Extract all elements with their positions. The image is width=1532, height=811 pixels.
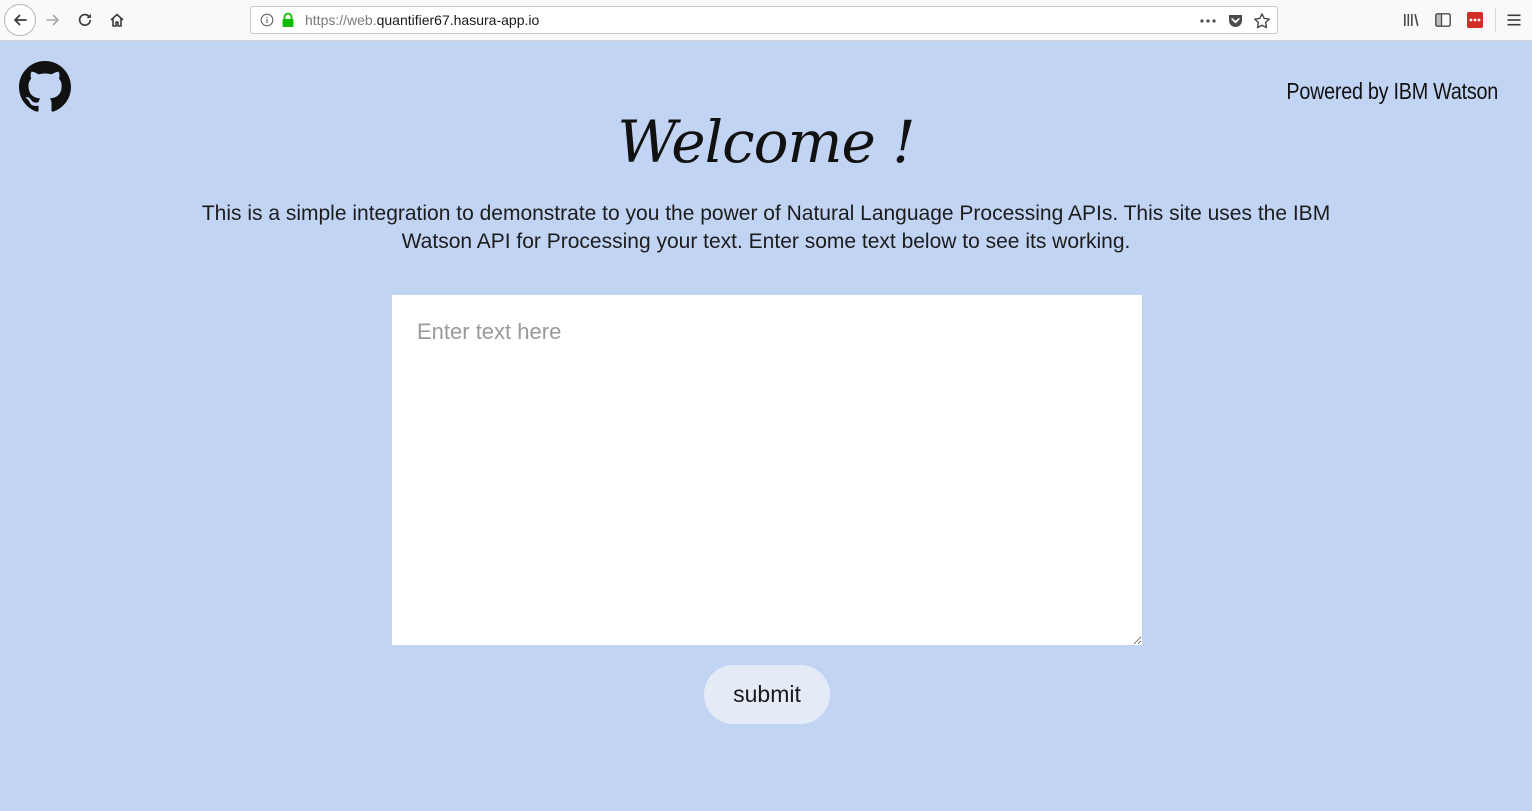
powered-by-label: Powered by IBM Watson <box>1286 78 1498 104</box>
home-icon <box>110 13 124 27</box>
toolbar-divider <box>1495 8 1496 32</box>
lastpass-icon[interactable] <box>1466 11 1484 29</box>
intro-text: This is a simple integration to demonstr… <box>201 202 1331 253</box>
github-icon <box>19 61 71 112</box>
forward-button[interactable] <box>38 5 68 35</box>
url-text[interactable]: https://web.quantifier67.hasura-app.io <box>305 12 539 28</box>
star-icon[interactable] <box>1253 12 1271 30</box>
back-arrow-icon <box>14 14 27 26</box>
github-link[interactable] <box>19 61 71 113</box>
page-title: Welcome ! <box>617 108 915 176</box>
hamburger-menu-icon[interactable] <box>1505 11 1523 29</box>
forward-arrow-icon <box>46 14 59 26</box>
url-bar[interactable]: https://web.quantifier67.hasura-app.io <box>250 6 1278 34</box>
reload-icon <box>78 13 92 26</box>
url-prefix: https://web. <box>305 12 377 28</box>
text-input[interactable] <box>392 295 1142 645</box>
pocket-icon[interactable] <box>1227 12 1244 29</box>
submit-button[interactable]: submit <box>704 665 830 724</box>
url-domain: quantifier67.hasura-app.io <box>376 12 540 28</box>
library-icon[interactable] <box>1402 11 1420 29</box>
lock-icon[interactable] <box>281 12 295 28</box>
browser-toolbar: https://web.quantifier67.hasura-app.io <box>0 0 1532 41</box>
reload-button[interactable] <box>70 5 100 35</box>
home-button[interactable] <box>102 5 132 35</box>
back-button[interactable] <box>4 4 36 36</box>
info-icon[interactable] <box>260 13 274 27</box>
sidebar-icon[interactable] <box>1434 11 1452 29</box>
more-dots-icon[interactable] <box>1199 13 1217 29</box>
